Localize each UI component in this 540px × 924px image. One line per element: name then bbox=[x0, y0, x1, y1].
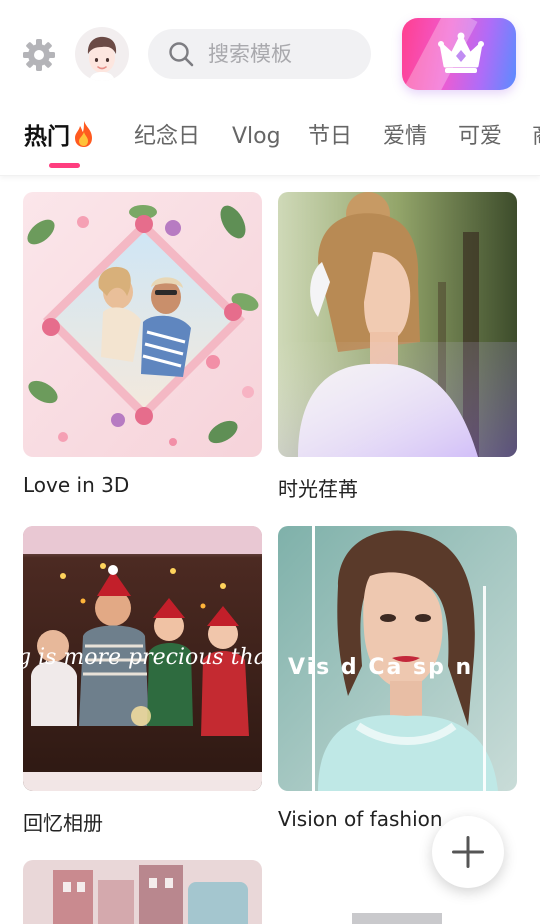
tab-holiday[interactable]: 节日 bbox=[308, 120, 352, 154]
fire-icon bbox=[75, 121, 92, 147]
template-card[interactable]: g is more precious than 回忆相册 bbox=[23, 526, 262, 835]
template-title: 回忆相册 bbox=[23, 811, 103, 835]
template-thumbnail[interactable]: Vis d Ca sp n bbox=[278, 526, 517, 791]
category-tabs: 热门 纪念日 Vlog 节日 爱情 可爱 商 bbox=[0, 106, 540, 176]
top-bar: 搜索模板 bbox=[0, 0, 540, 106]
christmas-family-image: g is more precious than bbox=[23, 526, 262, 791]
search-bar[interactable]: 搜索模板 bbox=[148, 29, 371, 79]
tab-label: 热门 bbox=[24, 124, 70, 150]
avatar[interactable] bbox=[75, 27, 129, 81]
template-thumbnail[interactable] bbox=[23, 192, 262, 457]
template-title: 时光荏苒 bbox=[278, 477, 358, 501]
search-icon bbox=[169, 42, 194, 67]
search-placeholder: 搜索模板 bbox=[208, 42, 292, 66]
crown-icon bbox=[438, 32, 484, 73]
template-thumbnail-peek[interactable] bbox=[352, 913, 442, 924]
template-card[interactable]: 时光荏苒 bbox=[278, 192, 517, 501]
template-thumbnail[interactable] bbox=[278, 192, 517, 457]
woman-forest-image bbox=[278, 192, 517, 457]
template-title: Love in 3D bbox=[23, 473, 130, 497]
template-thumbnail[interactable]: g is more precious than bbox=[23, 526, 262, 791]
tab-hot[interactable]: 热门 bbox=[24, 120, 96, 154]
vip-button[interactable] bbox=[402, 18, 516, 90]
street-image bbox=[23, 860, 262, 924]
fashion-woman-image: Vis d Ca sp n bbox=[278, 526, 517, 791]
tab-vlog[interactable]: Vlog bbox=[232, 120, 281, 154]
template-card[interactable]: Vis d Ca sp n Vision of fashion bbox=[278, 526, 517, 831]
overlay-caption: Vis d Ca sp n bbox=[288, 655, 473, 680]
add-button[interactable] bbox=[432, 816, 504, 888]
template-card[interactable]: Love in 3D bbox=[23, 192, 262, 497]
overlay-caption: g is more precious than bbox=[23, 645, 262, 670]
template-title: Vision of fashion bbox=[278, 807, 443, 831]
template-card[interactable] bbox=[23, 860, 262, 924]
tab-anniversary[interactable]: 纪念日 bbox=[134, 120, 200, 154]
tab-business[interactable]: 商 bbox=[532, 120, 540, 154]
template-thumbnail[interactable] bbox=[23, 860, 262, 924]
gear-icon[interactable] bbox=[22, 38, 56, 72]
love-frame-image bbox=[23, 192, 262, 457]
active-tab-indicator bbox=[49, 163, 80, 168]
plus-icon bbox=[452, 836, 484, 868]
avatar-face-icon bbox=[87, 36, 117, 81]
tab-cute[interactable]: 可爱 bbox=[458, 120, 502, 154]
tab-love[interactable]: 爱情 bbox=[383, 120, 427, 154]
